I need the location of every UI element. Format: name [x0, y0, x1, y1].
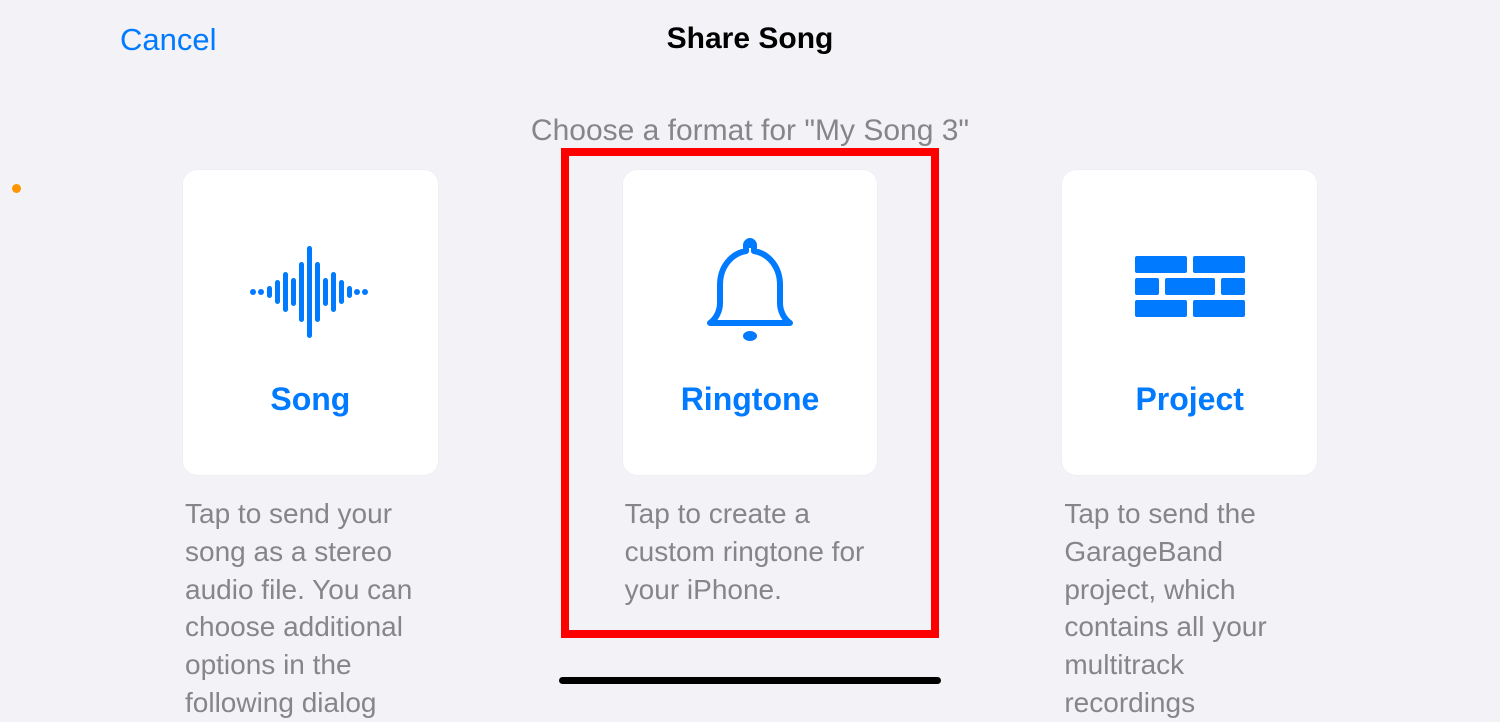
ringtone-card[interactable]: Ringtone	[623, 170, 878, 475]
status-indicator-dot	[12, 184, 21, 193]
waveform-icon	[245, 227, 375, 357]
option-ringtone: Ringtone Tap to create a custom ringtone…	[623, 170, 878, 722]
ringtone-description: Tap to create a custom ringtone for your…	[623, 495, 878, 608]
project-card[interactable]: Project	[1062, 170, 1317, 475]
option-project: Project Tap to send the GarageBand proje…	[1062, 170, 1317, 722]
cancel-button[interactable]: Cancel	[120, 22, 217, 58]
ringtone-label: Ringtone	[681, 381, 820, 418]
song-description: Tap to send your song as a stereo audio …	[183, 495, 438, 722]
project-description: Tap to send the GarageBand project, whic…	[1062, 495, 1317, 722]
home-indicator[interactable]	[559, 677, 941, 684]
subtitle: Choose a format for "My Song 3"	[0, 114, 1500, 148]
option-song: Song Tap to send your song as a stereo a…	[183, 170, 438, 722]
bell-icon	[700, 227, 800, 357]
options-row: Song Tap to send your song as a stereo a…	[0, 170, 1500, 722]
project-label: Project	[1135, 381, 1243, 418]
song-label: Song	[270, 381, 350, 418]
header: Cancel Share Song	[0, 0, 1500, 62]
bricks-icon	[1135, 227, 1245, 357]
page-title: Share Song	[667, 22, 834, 56]
song-card[interactable]: Song	[183, 170, 438, 475]
